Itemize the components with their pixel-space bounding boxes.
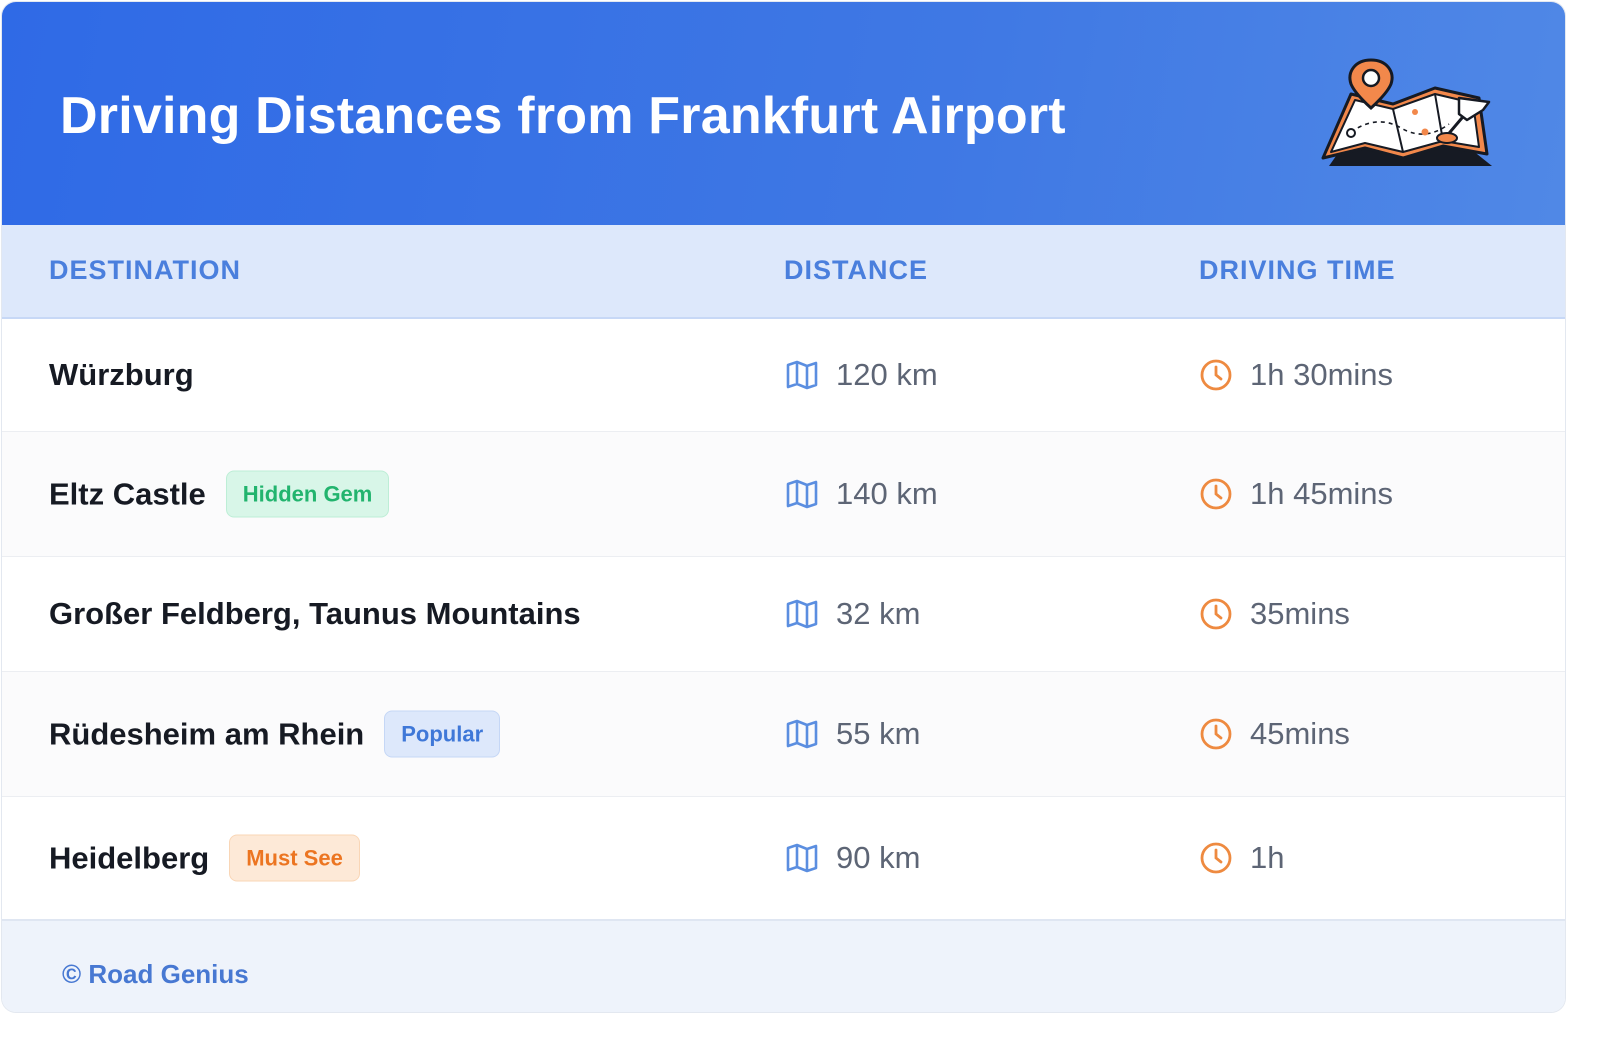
time-value: 1h 45mins [1250,476,1394,511]
map-icon [786,479,818,509]
time-cell: 45mins [1198,716,1350,752]
page-title: Driving Distances from Frankfurt Airport [60,87,1066,145]
footer: © Road Genius [2,919,1565,1012]
destination-name: Heidelberg [49,840,210,875]
distance-table-card: Driving Distances from Frankfurt Airport… [2,2,1565,1012]
destination-cell: Heidelberg Must See [49,834,360,882]
time-cell: 1h 30mins [1198,357,1393,393]
destination-cell: Großer Feldberg, Taunus Mountains [49,596,581,632]
table-row: Heidelberg Must See 90 km 1h [2,797,1565,919]
clock-icon [1200,359,1232,391]
distance-value: 140 km [836,476,938,511]
table-row: Rüdesheim am Rhein Popular 55 km 45mins [2,672,1565,797]
distance-cell: 90 km [784,840,920,876]
column-header-driving-time[interactable]: DRIVING TIME [1199,253,1396,287]
time-value: 35mins [1250,596,1350,631]
map-icon [786,360,818,390]
map-icon [786,599,818,629]
distance-value: 120 km [836,357,938,392]
distance-value: 55 km [836,716,921,751]
destination-cell: Rüdesheim am Rhein Popular [49,710,501,758]
column-header-distance[interactable]: DISTANCE [784,253,928,287]
clock-icon [1200,718,1232,750]
clock-icon [1200,842,1232,874]
time-cell: 35mins [1198,596,1350,632]
distance-value: 90 km [836,840,921,875]
header-banner: Driving Distances from Frankfurt Airport [2,2,1565,225]
destination-cell: Eltz Castle Hidden Gem [49,470,390,518]
destination-name: Rüdesheim am Rhein [49,716,365,751]
time-value: 1h 30mins [1250,357,1394,392]
folded-map-illustration [1321,58,1492,166]
distance-cell: 32 km [784,596,920,632]
map-icon [786,843,818,873]
column-header-destination[interactable]: DESTINATION [49,253,241,287]
destination-name: Großer Feldberg, Taunus Mountains [49,596,581,631]
distance-cell: 55 km [784,716,920,752]
table-row: Eltz Castle Hidden Gem 140 km 1h 45mins [2,432,1565,557]
copyright-credit[interactable]: © Road Genius [62,957,249,991]
must-see-badge: Must See [229,834,360,882]
distance-cell: 140 km [784,476,938,512]
time-cell: 1h 45mins [1198,476,1393,512]
table-row: Würzburg 120 km 1h 30mins [2,319,1565,432]
distance-value: 32 km [836,596,921,631]
popular-badge: Popular [384,710,501,758]
time-value: 1h [1250,840,1285,875]
clock-icon [1200,598,1232,630]
table-header: DESTINATION DISTANCE DRIVING TIME [2,225,1565,319]
distance-cell: 120 km [784,357,938,393]
table-row: Großer Feldberg, Taunus Mountains 32 km … [2,557,1565,672]
destination-cell: Würzburg [49,357,194,393]
destination-name: Würzburg [49,357,194,392]
time-value: 45mins [1250,716,1350,751]
map-icon [786,719,818,749]
destination-name: Eltz Castle [49,476,206,511]
time-cell: 1h [1198,840,1284,876]
hidden-gem-badge: Hidden Gem [225,470,390,518]
clock-icon [1200,478,1232,510]
